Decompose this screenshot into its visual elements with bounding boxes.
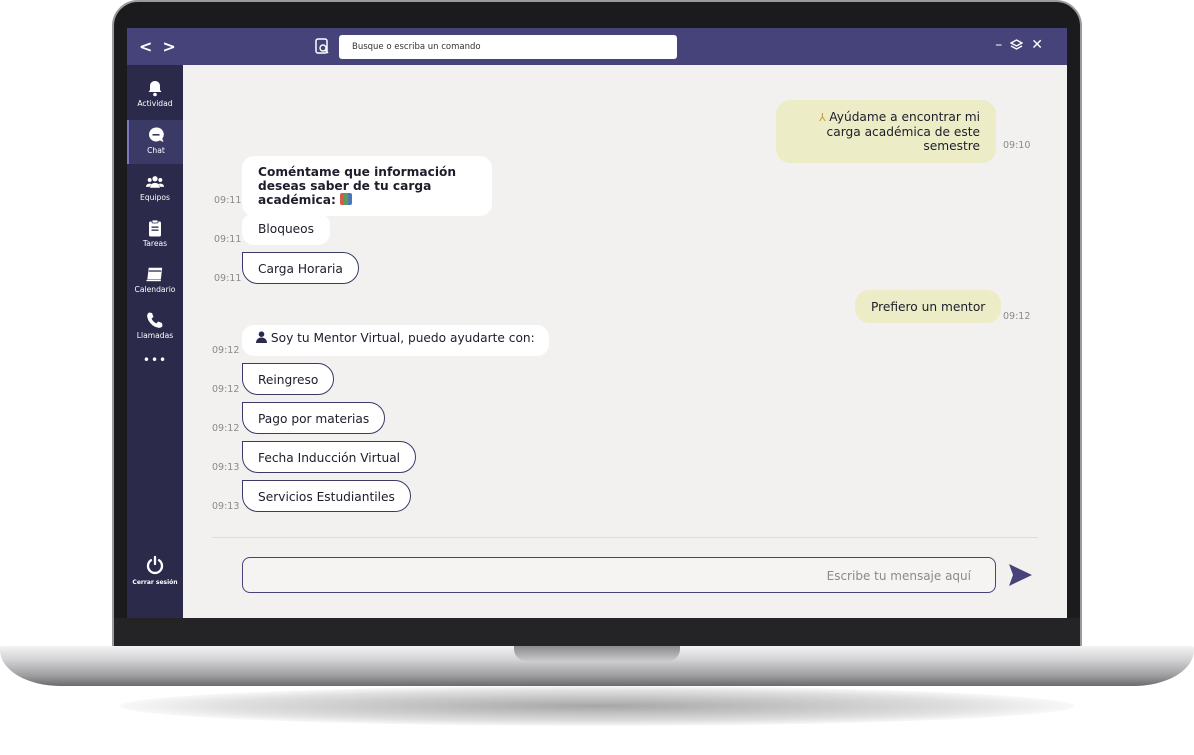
user-message: ⅄ Ayúdame a encontrar mi carga académica… (776, 100, 996, 163)
logout-button[interactable]: Cerrar sesión (127, 555, 183, 586)
composer-divider (212, 537, 1038, 538)
option-label: Bloqueos (258, 222, 314, 236)
timestamp: 09:11 (214, 273, 242, 284)
sidebar-item-label: Equipos (140, 193, 170, 202)
option-label: Carga Horaria (258, 262, 343, 276)
sidebar-item-calendario[interactable]: Calendario (127, 265, 183, 294)
option-fecha-induccion-virtual[interactable]: Fecha Inducción Virtual (242, 441, 417, 473)
timestamp: 09:12 (212, 345, 240, 356)
forward-button[interactable]: > (162, 37, 175, 56)
send-icon[interactable] (1007, 562, 1033, 588)
laptop-chin (114, 618, 1080, 648)
top-bar: < > Busque o escriba un comando – ✕ (127, 28, 1067, 65)
laptop-notch (514, 646, 680, 661)
option-label: Reingreso (258, 373, 319, 387)
sidebar-item-equipos[interactable]: Equipos (127, 173, 183, 202)
option-servicios-estudiantiles[interactable]: Servicios Estudiantiles (242, 480, 411, 512)
laptop-shadow (120, 686, 1074, 726)
team-icon (146, 176, 164, 188)
pray-emoji: ⅄ (819, 111, 830, 124)
user-message: Prefiero un mentor (855, 290, 1002, 323)
person-icon (256, 331, 267, 343)
power-icon (146, 555, 164, 575)
timestamp: 09:11 (214, 195, 242, 206)
option-carga-horaria[interactable]: Carga Horaria (242, 252, 359, 284)
timestamp: 09:12 (212, 423, 240, 434)
message-text: Soy tu Mentor Virtual, puedo ayudarte co… (270, 331, 535, 345)
sidebar-item-label: Calendario (134, 285, 176, 294)
option-pago-por-materias[interactable]: Pago por materias (242, 402, 386, 434)
chat-icon (149, 127, 164, 142)
message-text: Coméntame que información deseas saber d… (258, 165, 457, 207)
sidebar-item-label: Actividad (137, 99, 173, 108)
timestamp: 09:12 (212, 384, 240, 395)
sidebar-item-label: Tareas (142, 239, 168, 248)
option-label: Fecha Inducción Virtual (258, 451, 401, 465)
bell-icon (148, 81, 162, 97)
timestamp: 09:12 (1003, 311, 1031, 322)
app-window: < > Busque o escriba un comando – ✕ Acti… (127, 28, 1067, 618)
sidebar-item-actividad[interactable]: Actividad (127, 79, 183, 108)
message-text: Ayúdame a encontrar mi carga académica d… (826, 110, 980, 153)
minimize-button[interactable]: – (995, 37, 1002, 53)
option-bloqueos[interactable]: Bloqueos (242, 213, 330, 245)
laptop-mockup: < > Busque o escriba un comando – ✕ Acti… (0, 0, 1194, 755)
message-text: Prefiero un mentor (871, 300, 986, 314)
close-button[interactable]: ✕ (1031, 37, 1043, 53)
timestamp: 09:10 (1003, 140, 1031, 151)
timestamp: 09:13 (212, 462, 240, 473)
bot-message: Coméntame que información deseas saber d… (242, 156, 492, 216)
option-label: Pago por materias (258, 412, 370, 426)
timestamp: 09:11 (214, 234, 242, 245)
sidebar-item-label: Chat (147, 146, 165, 155)
more-apps-button[interactable]: ••• (127, 353, 183, 367)
sidebar-item-label: Llamadas (136, 331, 174, 340)
timestamp: 09:13 (212, 501, 240, 512)
back-button[interactable]: < (139, 37, 152, 56)
option-label: Servicios Estudiantiles (258, 490, 395, 504)
history-nav: < > (139, 37, 176, 56)
bot-message: Soy tu Mentor Virtual, puedo ayudarte co… (242, 325, 549, 356)
sidebar: Actividad Chat Equipos Tareas Calendario… (127, 65, 183, 618)
calendar-icon (146, 267, 163, 282)
command-search-input[interactable]: Busque o escriba un comando (339, 35, 677, 59)
command-search-icon[interactable] (315, 38, 329, 55)
layers-icon[interactable] (1010, 38, 1024, 52)
books-emoji (340, 193, 353, 205)
option-reingreso[interactable]: Reingreso (242, 363, 335, 395)
clipboard-icon (149, 219, 161, 237)
sidebar-item-llamadas[interactable]: Llamadas (127, 311, 183, 340)
phone-icon (147, 312, 163, 328)
logout-label: Cerrar sesión (132, 579, 178, 586)
sidebar-item-chat[interactable]: Chat (127, 120, 183, 164)
window-controls: – ✕ (995, 37, 1043, 53)
message-input[interactable]: Escribe tu mensaje aquí (242, 557, 996, 593)
sidebar-item-tareas[interactable]: Tareas (127, 219, 183, 248)
